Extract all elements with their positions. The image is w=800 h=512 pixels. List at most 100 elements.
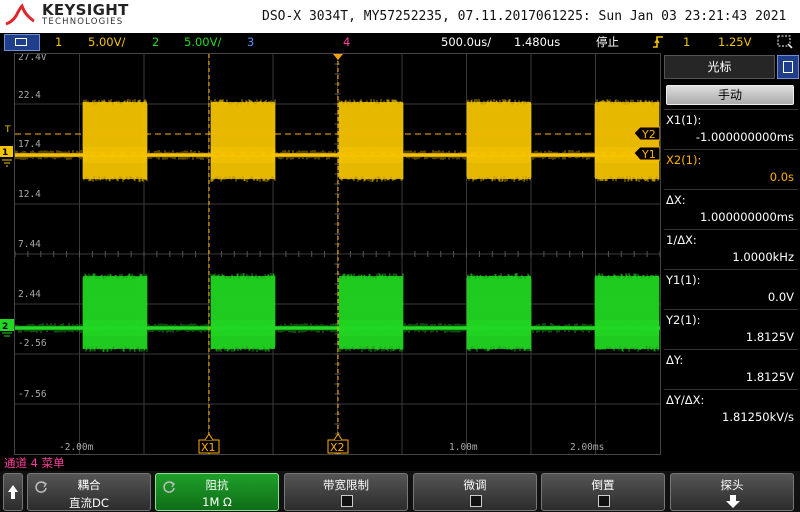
menu-icon [15, 38, 27, 46]
ch3-number[interactable]: 3 [247, 33, 254, 51]
y-axis-label: -7.56 [18, 389, 47, 400]
cursor-x2-tag: X2 [327, 433, 349, 454]
y-axis-label: 17.4 [18, 139, 41, 150]
softkey-6[interactable]: 探头 [670, 473, 794, 511]
signal-noise [210, 99, 276, 182]
header-bar: KEYSIGHT TECHNOLOGIES DSO-X 3034T, MY572… [0, 0, 800, 33]
time-delay[interactable]: 1.480us [514, 33, 560, 51]
ch1-ground-marker[interactable]: T 1 [0, 120, 16, 170]
softkey-2[interactable]: 阻抗 1M Ω [155, 473, 279, 511]
y-axis-label: 2.44 [18, 289, 41, 300]
signal-noise [82, 273, 148, 352]
main-menu-button[interactable] [4, 34, 40, 51]
cursor-x1-tag-label: X1 [201, 441, 216, 454]
signal-noise [210, 273, 276, 352]
signal-noise [338, 99, 404, 182]
softkey-label: 耦合 [77, 478, 101, 492]
up-arrow-icon [8, 485, 18, 499]
cursor-item-value: 1.8125V [745, 370, 794, 384]
y-axis-label: 27.4V [18, 54, 47, 63]
checkbox-icon [598, 495, 610, 507]
cursor-y1-tag-label: Y1 [641, 148, 656, 161]
trigger-edge-icon [653, 36, 663, 48]
panel-menu-icon[interactable] [777, 55, 799, 79]
ch2-ground-marker[interactable]: 2 [0, 317, 16, 339]
cursor-item[interactable]: Y1(1): 0.0V [664, 269, 798, 307]
y-axis-label: 7.44 [18, 239, 41, 250]
cursor-panel-title: 光标 [664, 55, 775, 79]
zoom-box-icon[interactable] [776, 34, 794, 50]
ch2-number[interactable]: 2 [152, 33, 159, 51]
softkey-4[interactable]: 微调 [413, 473, 537, 511]
cursor-item-label: X1(1): [666, 113, 702, 127]
cursor-item-value: 1.81250kV/s [722, 410, 794, 424]
softkey-value: 直流DC [69, 496, 109, 510]
signal-noise [338, 273, 404, 352]
run-state[interactable]: 停止 [596, 33, 619, 51]
cursor-item[interactable]: ΔX: 1.000000000ms [664, 189, 798, 227]
y-axis-label: 22.4 [18, 90, 41, 101]
softkey-label: 倒置 [591, 478, 615, 492]
trigger-level-marker: T [4, 125, 11, 135]
cursor-panel: 光标 手动 X1(1): -1.000000000ms X2(1): 0.0s ΔX: 1… [661, 53, 800, 453]
cursor-item[interactable]: Y2(1): 1.8125V [664, 309, 798, 347]
softkey-label: 探头 [720, 478, 744, 492]
trigger-level[interactable]: 1.25V [718, 33, 751, 51]
channel-status-bar: 1 5.00V/ 2 5.00V/ 3 4 500.0us/ 1.480us 停… [0, 33, 800, 51]
trigger-position-marker [333, 54, 343, 60]
ch1-scale[interactable]: 5.00V/ [88, 33, 125, 51]
cursor-item-value: 1.000000000ms [699, 210, 794, 224]
cursor-item[interactable]: ΔY: 1.8125V [664, 349, 798, 387]
waveform-display[interactable]: Y2 Y1 X1 X2 27.4V 22.4 17.4 12.4 7.44 2.44 -2.56 -7… [14, 53, 661, 455]
back-button[interactable] [3, 473, 23, 511]
cursor-x1-tag: X1 [198, 433, 220, 454]
softkey-5[interactable]: 倒置 [541, 473, 665, 511]
cursor-item-label: 1/ΔX: [666, 233, 697, 247]
softkey-3[interactable]: 带宽限制 [284, 473, 408, 511]
oscilloscope-screen: KEYSIGHT TECHNOLOGIES DSO-X 3034T, MY572… [0, 0, 800, 512]
keysight-logo-icon [5, 3, 35, 26]
cursor-x2-tag-label: X2 [330, 441, 345, 454]
cursor-item[interactable]: ΔY/ΔX: 1.81250kV/s [664, 389, 798, 427]
waveform-canvas[interactable]: Y2 Y1 X1 X2 27.4V 22.4 17.4 12.4 7.44 2.44 -2.56 -7… [15, 54, 660, 454]
softkey-value: 1M Ω [202, 495, 232, 509]
x-axis-label: 1.00m [449, 442, 478, 453]
instrument-title: DSO-X 3034T, MY57252235, 07.11.201706122… [262, 9, 787, 24]
x-axis-label: -2.00m [59, 442, 94, 453]
ch2-marker-label: 2 [2, 322, 8, 332]
cursor-item-label: Y1(1): [666, 273, 701, 287]
cursor-item-label: ΔX: [666, 193, 686, 207]
softkey-label: 带宽限制 [323, 478, 369, 492]
cursor-item-value: 0.0V [767, 290, 794, 304]
softkey-1[interactable]: 耦合直流DC [27, 473, 151, 511]
trigger-source[interactable]: 1 [683, 33, 690, 51]
softkey-bar: 耦合 直流DC 阻抗 1M Ω 带宽限制 微调 倒置 探头 [0, 471, 800, 512]
down-arrow-icon [726, 495, 740, 508]
softkey-label: 微调 [463, 478, 487, 492]
timebase-scale[interactable]: 500.0us/ [441, 33, 491, 51]
cursor-mode-button[interactable]: 手动 [666, 85, 794, 105]
checkbox-icon [341, 495, 353, 507]
x-axis-label: 2.00ms [570, 442, 604, 453]
checkbox-icon [470, 495, 482, 507]
brand-subtitle: TECHNOLOGIES [42, 17, 124, 27]
cursor-item-label: ΔY/ΔX: [666, 393, 705, 407]
channel-menu-title: 通道 4 菜单 [4, 456, 65, 470]
cursor-item-value: 1.8125V [745, 330, 794, 344]
signal-noise [594, 273, 660, 352]
cursor-item[interactable]: X2(1): 0.0s [664, 149, 798, 187]
ch2-scale[interactable]: 5.00V/ [184, 33, 221, 51]
cursor-item[interactable]: X1(1): -1.000000000ms [664, 109, 798, 147]
ch1-number[interactable]: 1 [55, 33, 62, 51]
cursor-item[interactable]: 1/ΔX: 1.0000kHz [664, 229, 798, 267]
y-axis-label: 12.4 [18, 189, 41, 200]
cursor-item-value: -1.000000000ms [695, 130, 794, 144]
cursor-item-label: ΔY: [666, 353, 684, 367]
cursor-item-value: 1.0000kHz [732, 250, 794, 264]
ch1-marker-label: 1 [2, 148, 8, 158]
ch4-number[interactable]: 4 [343, 33, 350, 51]
cursor-y2-tag-label: Y2 [641, 128, 656, 141]
signal-noise [82, 99, 148, 182]
cursor-item-value: 0.0s [769, 170, 794, 184]
y-axis-label: -2.56 [18, 338, 47, 349]
